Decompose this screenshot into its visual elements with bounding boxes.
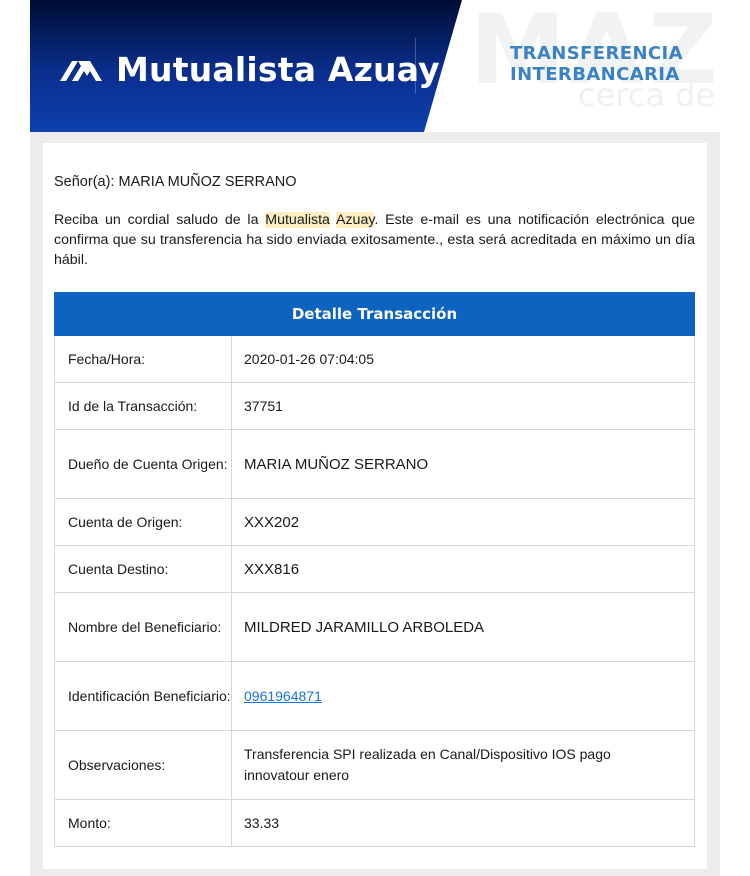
highlight-mutualista: Mutualista [265,212,330,228]
row-value: 37751 [244,397,283,414]
banner-title: TRANSFERENCIA INTERBANCARIA [510,43,683,85]
table-row-monto: Monto: 33.33 [55,799,694,846]
row-value: 33.33 [244,814,280,831]
mutualista-logo-icon [60,61,102,81]
highlight-azuay: Azuay [336,212,375,228]
email-body-card: Señor(a): MARIA MUÑOZ SERRANO Reciba un … [43,143,707,869]
table-body: Fecha/Hora: 2020-01-26 07:04:05 Id de la… [54,336,695,847]
row-label: Dueño de Cuenta Origen: [55,430,232,498]
table-row-identificacion: Identificación Beneficiario: 0961964871 [55,661,694,730]
beneficiary-id-link[interactable]: 0961964871 [244,686,322,707]
intro-part-1: Reciba un cordial saludo de la [54,212,266,228]
row-label: Cuenta Destino: [55,546,232,592]
intro-paragraph: Reciba un cordial saludo de la Mutualist… [54,210,695,270]
row-label: Nombre del Beneficiario: [55,593,232,661]
row-label: Fecha/Hora: [55,336,232,382]
greeting-prefix: Señor(a): [54,174,119,190]
table-row-dueno-origen: Dueño de Cuenta Origen: MARIA MUÑOZ SERR… [55,429,694,498]
row-value: MARIA MUÑOZ SERRANO [244,455,429,473]
greeting: Señor(a): MARIA MUÑOZ SERRANO [54,174,297,190]
row-label: Identificación Beneficiario: [55,662,232,730]
recipient-name: MARIA MUÑOZ SERRANO [118,174,297,190]
email-banner: MAZ cerca de ti Mutualista Azuay TRANSFE… [30,0,720,132]
table-row-observaciones: Observaciones: Transferencia SPI realiza… [55,730,694,799]
banner-title-line-1: TRANSFERENCIA [510,43,683,64]
banner-divider [415,38,416,94]
row-label: Cuenta de Origen: [55,499,232,545]
row-label: Observaciones: [55,731,232,799]
row-label: Id de la Transacción: [55,383,232,429]
brand-logo: Mutualista Azuay [58,44,440,94]
row-label: Monto: [55,800,232,846]
row-value: MILDRED JARAMILLO ARBOLEDA [244,618,485,636]
table-row-id: Id de la Transacción: 37751 [55,382,694,429]
table-row-cuenta-origen: Cuenta de Origen: XXX202 [55,498,694,545]
row-value-cell: 0961964871 [232,662,694,730]
brand-name: Mutualista Azuay [116,49,440,89]
row-value: XXX202 [244,513,300,531]
transaction-detail-table: Detalle Transacción Fecha/Hora: 2020-01-… [54,292,695,847]
row-value: 2020-01-26 07:04:05 [244,350,374,367]
table-row-fecha: Fecha/Hora: 2020-01-26 07:04:05 [55,336,694,382]
row-value: XXX816 [244,560,300,578]
table-row-cuenta-destino: Cuenta Destino: XXX816 [55,545,694,592]
banner-title-line-2: INTERBANCARIA [510,64,680,85]
table-row-beneficiario: Nombre del Beneficiario: MILDRED JARAMIL… [55,592,694,661]
row-value: Transferencia SPI realizada en Canal/Dis… [244,746,611,783]
table-header: Detalle Transacción [54,292,695,336]
